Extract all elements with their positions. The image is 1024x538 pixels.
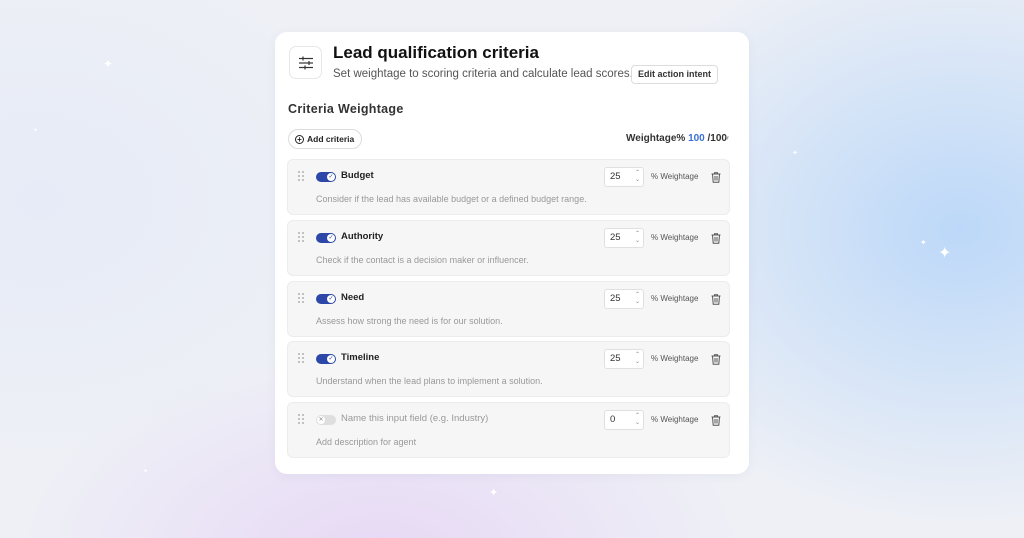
weightage-unit-label: % Weightage	[651, 415, 699, 424]
criteria-description[interactable]: Understand when the lead plans to implem…	[316, 376, 543, 386]
weightage-label: Weightage%	[626, 133, 686, 144]
criteria-description[interactable]: Consider if the lead has available budge…	[316, 194, 587, 204]
weightage-input-value: 25	[610, 232, 621, 243]
weightage-input[interactable]: 25 ⌃ ⌄	[604, 349, 644, 369]
weightage-input[interactable]: 25 ⌃ ⌄	[604, 289, 644, 309]
criteria-description[interactable]: Assess how strong the need is for our so…	[316, 316, 503, 326]
weightage-unit-label: % Weightage	[651, 172, 699, 181]
stepper-icon[interactable]: ⌃ ⌄	[635, 352, 640, 366]
criteria-toggle[interactable]: ✓	[316, 294, 336, 304]
criteria-row: ✕ Name this input field (e.g. Industry) …	[287, 402, 730, 458]
stepper-icon[interactable]: ⌃ ⌄	[635, 413, 640, 427]
drag-handle-icon[interactable]	[298, 353, 304, 363]
criteria-toggle[interactable]: ✓	[316, 233, 336, 243]
drag-handle-icon[interactable]	[298, 293, 304, 303]
criteria-name[interactable]: Timeline	[341, 352, 379, 363]
trash-icon[interactable]	[711, 172, 721, 183]
sparkle-icon: ✦	[143, 469, 149, 475]
criteria-name[interactable]: Budget	[341, 170, 374, 181]
trash-icon[interactable]	[711, 415, 721, 426]
trash-icon[interactable]	[711, 233, 721, 244]
sparkle-icon: ✦	[489, 487, 499, 499]
toggle-knob-icon: ✓	[327, 234, 335, 242]
weightage-unit-label: % Weightage	[651, 294, 699, 303]
criteria-name[interactable]: Authority	[341, 231, 383, 242]
sparkle-icon: ✦	[103, 57, 114, 71]
toggle-knob-icon: ✕	[317, 416, 325, 424]
sparkle-icon: ✦	[938, 245, 952, 262]
criteria-description[interactable]: Check if the contact is a decision maker…	[316, 255, 529, 265]
trash-icon[interactable]	[711, 294, 721, 305]
add-criteria-label: Add criteria	[307, 134, 355, 144]
criteria-row: ✓ Authority Check if the contact is a de…	[287, 220, 730, 276]
weightage-input-value: 25	[610, 171, 621, 182]
stepper-icon[interactable]: ⌃ ⌄	[635, 292, 640, 306]
weightage-input[interactable]: 0 ⌃ ⌄	[604, 410, 644, 430]
criteria-row: ✓ Budget Consider if the lead has availa…	[287, 159, 730, 215]
stepper-icon[interactable]: ⌃ ⌄	[635, 231, 640, 245]
trash-icon[interactable]	[711, 354, 721, 365]
weightage-unit-label: % Weightage	[651, 233, 699, 242]
weightage-input-value: 0	[610, 414, 616, 425]
weightage-max: /100	[707, 133, 727, 144]
stepper-icon[interactable]: ⌃ ⌄	[635, 170, 640, 184]
toggle-knob-icon: ✓	[327, 173, 335, 181]
criteria-name[interactable]: Name this input field (e.g. Industry)	[341, 413, 488, 424]
criteria-row: ✓ Timeline Understand when the lead plan…	[287, 341, 730, 397]
weightage-total: Weightage% 100 /100	[626, 133, 727, 144]
criteria-toggle[interactable]: ✓	[316, 354, 336, 364]
section-title: Criteria Weightage	[288, 102, 404, 116]
criteria-toggle[interactable]: ✓	[316, 172, 336, 182]
weightage-input-value: 25	[610, 293, 621, 304]
toggle-knob-icon: ✓	[327, 295, 335, 303]
drag-handle-icon[interactable]	[298, 414, 304, 424]
weightage-value: 100	[688, 133, 705, 144]
page-title: Lead qualification criteria	[333, 43, 539, 62]
add-criteria-button[interactable]: + Add criteria	[288, 129, 363, 149]
criteria-toggle[interactable]: ✕	[316, 415, 336, 425]
weightage-input[interactable]: 25 ⌃ ⌄	[604, 228, 644, 248]
plus-circle-icon: +	[295, 134, 304, 144]
caret-down-icon[interactable]: ▾	[725, 134, 729, 142]
sparkle-icon: ✦	[920, 238, 927, 247]
criteria-name[interactable]: Need	[341, 292, 364, 303]
toggle-knob-icon: ✓	[327, 355, 335, 363]
weightage-input[interactable]: 25 ⌃ ⌄	[604, 167, 644, 187]
weightage-input-value: 25	[610, 353, 621, 364]
drag-handle-icon[interactable]	[298, 171, 304, 181]
sparkle-icon: ✦	[33, 128, 39, 134]
lead-criteria-card: Lead qualification criteria Set weightag…	[275, 32, 749, 474]
criteria-row: ✓ Need Assess how strong the need is for…	[287, 281, 730, 337]
drag-handle-icon[interactable]	[298, 232, 304, 242]
page-subtitle: Set weightage to scoring criteria and ca…	[333, 68, 633, 80]
edit-action-intent-button[interactable]: Edit action intent	[631, 65, 718, 84]
criteria-description[interactable]: Add description for agent	[316, 437, 416, 447]
sliders-icon	[289, 46, 322, 79]
sparkle-icon: ✦	[792, 150, 798, 157]
weightage-unit-label: % Weightage	[651, 354, 699, 363]
